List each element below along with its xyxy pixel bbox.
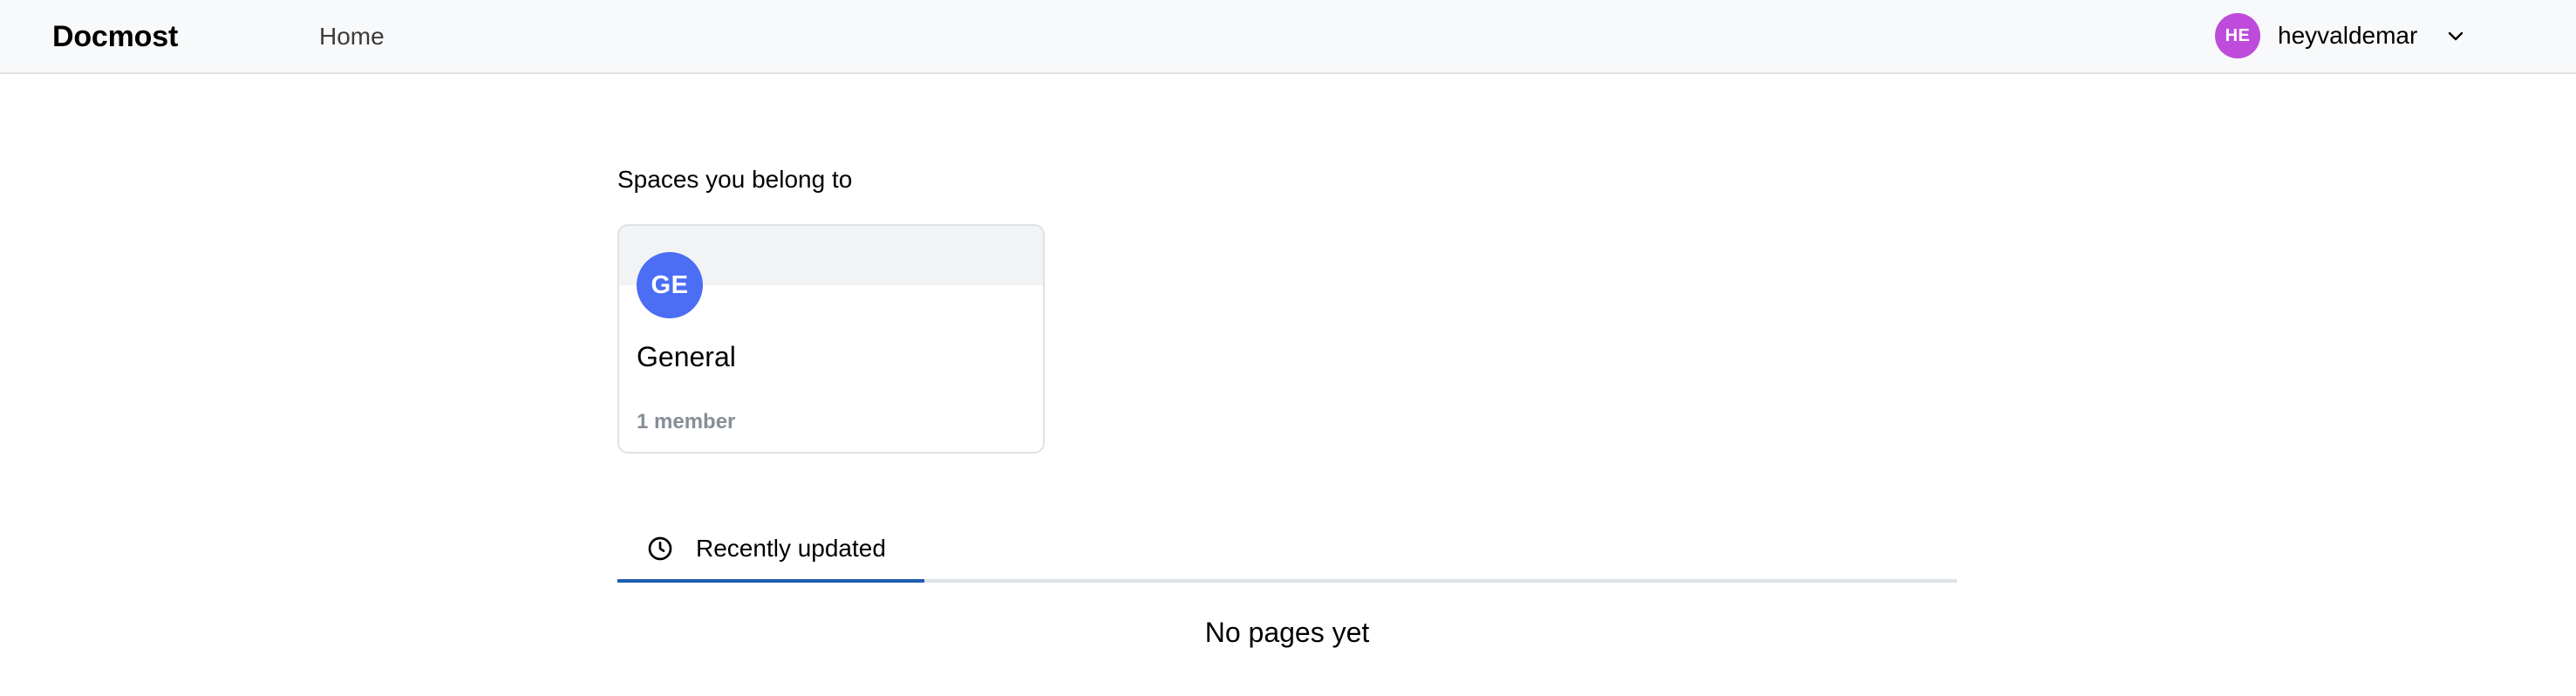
pages-tabs: Recently updated — [617, 515, 1957, 584]
app-logo[interactable]: Docmost — [52, 17, 178, 56]
user-name: heyvaldemar — [2278, 22, 2418, 49]
tab-recently-updated[interactable]: Recently updated — [617, 515, 924, 583]
empty-state-message: No pages yet — [1204, 617, 1370, 648]
user-avatar: HE — [2215, 13, 2260, 58]
space-avatar: GE — [637, 252, 703, 318]
user-menu-button[interactable]: HE heyvaldemar — [2215, 12, 2468, 59]
space-member-count: 1 member — [637, 410, 736, 433]
space-name: General — [637, 341, 736, 372]
clock-icon — [645, 534, 675, 563]
nav-home-link[interactable]: Home — [319, 19, 385, 54]
top-header: Docmost Home HE heyvaldemar — [0, 0, 2576, 74]
space-card-general[interactable]: GE General 1 member — [617, 224, 1045, 454]
tab-label: Recently updated — [696, 535, 886, 562]
spaces-section-title: Spaces you belong to — [617, 166, 853, 193]
tab-active-indicator — [617, 579, 924, 583]
chevron-down-icon — [2443, 24, 2468, 48]
